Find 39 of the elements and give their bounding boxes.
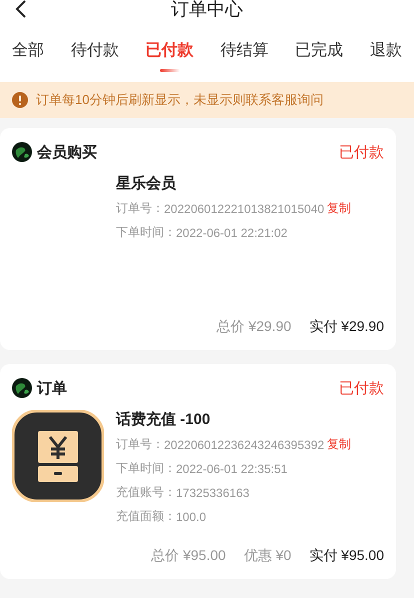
tab[interactable]: 待结算 <box>220 40 268 74</box>
order-status: 已付款 <box>339 142 384 162</box>
detail-value: 202206012221013821015040 <box>164 202 324 216</box>
tab[interactable]: 退款 <box>370 40 402 74</box>
shop-name: 订单 <box>37 378 67 398</box>
order-card[interactable]: 订单 已付款 话费充值 -100 订单号：202206012236243246395392 复制 下单时间：2022-06-01 22:35:51 充值账号：17325336163 充值面额：100.0 总价 ¥95.00 优惠 ¥0 实付 ¥95.00 <box>0 364 396 579</box>
detail-label: 充值面额： <box>116 508 176 525</box>
back-icon[interactable] <box>14 0 28 18</box>
globe-icon <box>12 142 32 162</box>
product-title: 星乐会员 <box>116 174 177 193</box>
order-status: 已付款 <box>339 378 384 398</box>
price-total: 实付 ¥95.00 <box>309 547 384 565</box>
tab[interactable]: 待付款 <box>70 40 119 74</box>
detail-value: 100.0 <box>176 510 206 524</box>
copy-link[interactable]: 复制 <box>327 200 352 217</box>
detail-value: 2022-06-01 22:21:02 <box>176 226 288 240</box>
globe-icon <box>12 378 32 398</box>
price-total: 总价 ¥95.00 <box>151 547 226 565</box>
detail-label: 下单时间： <box>116 224 176 241</box>
notice-text: 订单每10分钟后刷新显示，未显示则联系客服询问 <box>36 91 324 109</box>
shop-name: 会员购买 <box>37 142 97 162</box>
detail-label: 下单时间： <box>116 460 176 477</box>
tab[interactable]: 已完成 <box>295 40 344 74</box>
page-title: 订单中心 <box>171 0 243 18</box>
detail-label: 订单号： <box>116 436 164 453</box>
order-card[interactable]: 会员购买 已付款 星乐会员 订单号：202206012221013821015040 复制 下单时间：2022-06-01 22:21:02 总价 ¥29.90 实付 ¥29.90 <box>0 128 396 350</box>
warning-icon <box>12 92 28 108</box>
tab[interactable]: 全部 <box>12 40 44 74</box>
detail-value: 17325336163 <box>176 486 250 500</box>
tab[interactable]: 已付款 <box>146 40 194 74</box>
price-total: 实付 ¥29.90 <box>309 318 384 336</box>
copy-link[interactable]: 复制 <box>327 436 352 453</box>
detail-label: 订单号： <box>116 200 164 217</box>
detail-label: 充值账号： <box>116 484 176 501</box>
detail-value: 2022-06-01 22:35:51 <box>176 462 288 476</box>
product-title: 话费充值 -100 <box>116 410 212 429</box>
price-total: 优惠 ¥0 <box>244 547 292 565</box>
detail-value: 202206012236243246395392 <box>164 438 324 452</box>
price-total: 总价 ¥29.90 <box>216 318 292 336</box>
